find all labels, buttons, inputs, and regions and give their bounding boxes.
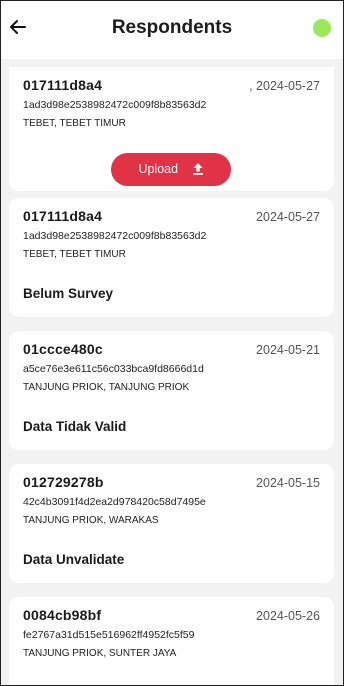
respondent-location: TEBET, TEBET TIMUR (23, 249, 126, 260)
respondent-code: 017111d8a4 (23, 208, 103, 224)
respondent-code: 01ccce480c (23, 341, 103, 357)
upload-button[interactable]: Upload (111, 153, 231, 186)
respondent-card[interactable]: 017111d8a4 2024-05-27 1ad3d98e2538982472… (9, 198, 334, 317)
upload-label: Upload (138, 162, 179, 176)
respondent-hash: 1ad3d98e2538982472c009f8b83563d2 (23, 99, 207, 111)
respondent-code: 012729278b (23, 474, 104, 490)
respondent-date: 2024-05-21 (256, 343, 320, 357)
upload-arrow-icon (192, 163, 203, 175)
respondent-card[interactable]: 01ccce480c 2024-05-21 a5ce76e3e611c56c03… (9, 331, 334, 450)
survey-status: Belum Survey (23, 286, 114, 301)
respondent-card[interactable]: 017111d8a4 , 2024-05-27 1ad3d98e25389824… (9, 67, 334, 191)
app-header: Respondents (1, 1, 343, 59)
respondent-date: , 2024-05-27 (249, 79, 320, 93)
respondent-hash: fe2767a31d515e516962ff4952fc5f59 (23, 629, 195, 641)
status-dot-icon (313, 19, 331, 37)
respondent-date: 2024-05-15 (256, 476, 320, 490)
respondent-code: 017111d8a4 (23, 77, 103, 93)
survey-status: Data Tidak Valid (23, 419, 127, 434)
respondent-location: TANJUNG PRIOK, SUNTER JAYA (23, 648, 177, 659)
respondent-code: 0084cb98bf (23, 607, 102, 623)
survey-status: Data Unvalidate (23, 552, 125, 567)
respondent-hash: 1ad3d98e2538982472c009f8b83563d2 (23, 230, 207, 242)
respondent-hash: a5ce76e3e611c56c033bca9fd8666d1d (23, 363, 204, 375)
respondent-location: TANJUNG PRIOK, TANJUNG PRIOK (23, 382, 190, 393)
respondent-hash: 42c4b3091f4d2ea2d978420c58d7495e (23, 496, 206, 508)
respondent-card[interactable]: 0084cb98bf 2024-05-26 fe2767a31d515e5169… (9, 597, 334, 685)
respondent-card[interactable]: 012729278b 2024-05-15 42c4b3091f4d2ea2d9… (9, 464, 334, 583)
respondent-location: TANJUNG PRIOK, WARAKAS (23, 515, 159, 526)
respondent-date: 2024-05-26 (256, 609, 320, 623)
page-title: Respondents (111, 17, 233, 38)
respondent-date: 2024-05-27 (256, 210, 320, 224)
respondent-location: TEBET, TEBET TIMUR (23, 118, 126, 129)
app-screen: Respondents 017111d8a4 , 2024-05-27 1ad3… (0, 0, 344, 686)
